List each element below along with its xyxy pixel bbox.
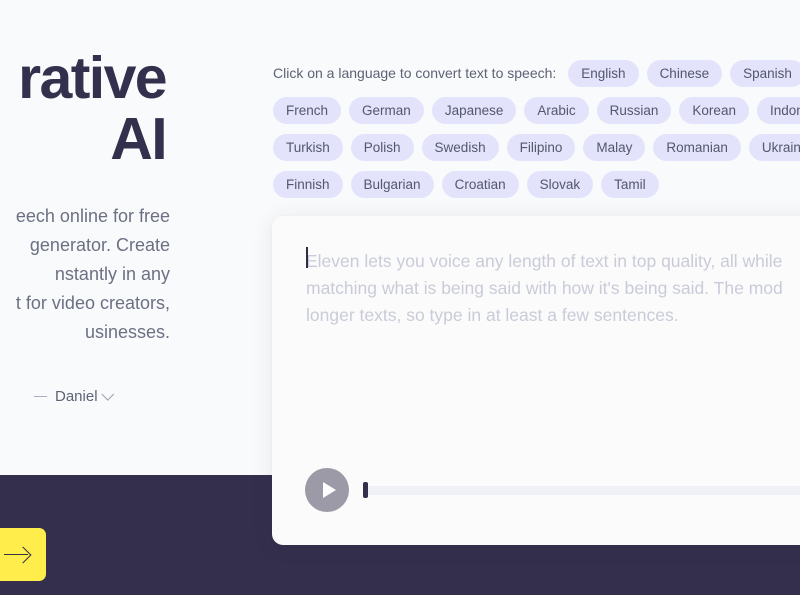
hero-paragraph-line-4: t for video creators, bbox=[15, 293, 170, 313]
language-prompt: Click on a language to convert text to s… bbox=[273, 65, 557, 81]
language-row-4: Finnish Bulgarian Croatian Slovak Tamil bbox=[273, 171, 800, 198]
language-chip-finnish[interactable]: Finnish bbox=[273, 171, 343, 198]
progress-handle[interactable] bbox=[363, 482, 368, 498]
voice-selector[interactable]: Daniel bbox=[34, 388, 114, 405]
language-chip-malay[interactable]: Malay bbox=[583, 134, 646, 161]
text-input-placeholder: Eleven lets you voice any length of text… bbox=[306, 248, 800, 329]
audio-player bbox=[305, 468, 800, 512]
language-chip-chinese[interactable]: Chinese bbox=[646, 60, 723, 87]
text-cursor bbox=[306, 247, 308, 268]
language-row-3: Turkish Polish Swedish Filipino Malay Ro… bbox=[273, 134, 800, 161]
arrow-right-icon bbox=[4, 546, 30, 564]
chevron-down-icon bbox=[100, 388, 114, 401]
page-viewport: rative AI eech online for free generator… bbox=[0, 0, 800, 595]
language-chip-croatian[interactable]: Croatian bbox=[441, 171, 519, 198]
language-chip-russian[interactable]: Russian bbox=[596, 97, 672, 124]
hero-section: rative AI eech online for free generator… bbox=[0, 48, 170, 347]
language-chip-polish[interactable]: Polish bbox=[350, 134, 414, 161]
dash-icon bbox=[34, 395, 47, 398]
page-title: rative AI bbox=[0, 48, 170, 170]
language-chip-indonesian[interactable]: Indonesian bbox=[756, 97, 800, 124]
language-chip-romanian[interactable]: Romanian bbox=[653, 134, 741, 161]
language-chip-tamil[interactable]: Tamil bbox=[601, 171, 659, 198]
language-chip-swedish[interactable]: Swedish bbox=[421, 134, 499, 161]
page-title-line-1: rative bbox=[18, 45, 167, 111]
language-chip-turkish[interactable]: Turkish bbox=[273, 134, 343, 161]
language-chip-french[interactable]: French bbox=[273, 97, 342, 124]
hero-paragraph-line-5: usinesses. bbox=[84, 322, 170, 342]
language-chip-english[interactable]: English bbox=[568, 60, 639, 87]
language-chip-japanese[interactable]: Japanese bbox=[431, 97, 517, 124]
placeholder-line-2: matching what is being said with how it'… bbox=[306, 278, 783, 298]
page-title-line-2: AI bbox=[110, 106, 167, 172]
language-selector: Click on a language to convert text to s… bbox=[273, 60, 800, 208]
play-icon bbox=[322, 482, 336, 498]
language-row-2: French German Japanese Arabic Russian Ko… bbox=[273, 97, 800, 124]
language-chip-arabic[interactable]: Arabic bbox=[524, 97, 589, 124]
language-chip-spanish[interactable]: Spanish bbox=[730, 60, 800, 87]
cta-button[interactable] bbox=[0, 528, 46, 581]
progress-track[interactable] bbox=[363, 485, 800, 495]
text-input-area[interactable]: Eleven lets you voice any length of text… bbox=[272, 216, 800, 435]
language-row-1: Click on a language to convert text to s… bbox=[273, 60, 800, 87]
placeholder-line-3: longer texts, so type in at least a few … bbox=[306, 305, 679, 325]
language-chip-bulgarian[interactable]: Bulgarian bbox=[350, 171, 434, 198]
language-chip-filipino[interactable]: Filipino bbox=[506, 134, 576, 161]
placeholder-line-1: Eleven lets you voice any length of text… bbox=[306, 251, 783, 271]
voice-name-label: Daniel bbox=[55, 388, 98, 405]
language-chip-korean[interactable]: Korean bbox=[679, 97, 749, 124]
language-chip-slovak[interactable]: Slovak bbox=[526, 171, 594, 198]
language-chip-german[interactable]: German bbox=[349, 97, 424, 124]
hero-paragraph-line-2: generator. Create bbox=[29, 235, 170, 255]
play-button[interactable] bbox=[305, 468, 349, 512]
hero-paragraph: eech online for free generator. Create n… bbox=[0, 202, 170, 347]
language-chip-ukrainian[interactable]: Ukrainian bbox=[748, 134, 800, 161]
hero-paragraph-line-3: nstantly in any bbox=[54, 264, 170, 284]
progress-bar[interactable] bbox=[363, 482, 800, 498]
hero-paragraph-line-1: eech online for free bbox=[15, 206, 170, 226]
